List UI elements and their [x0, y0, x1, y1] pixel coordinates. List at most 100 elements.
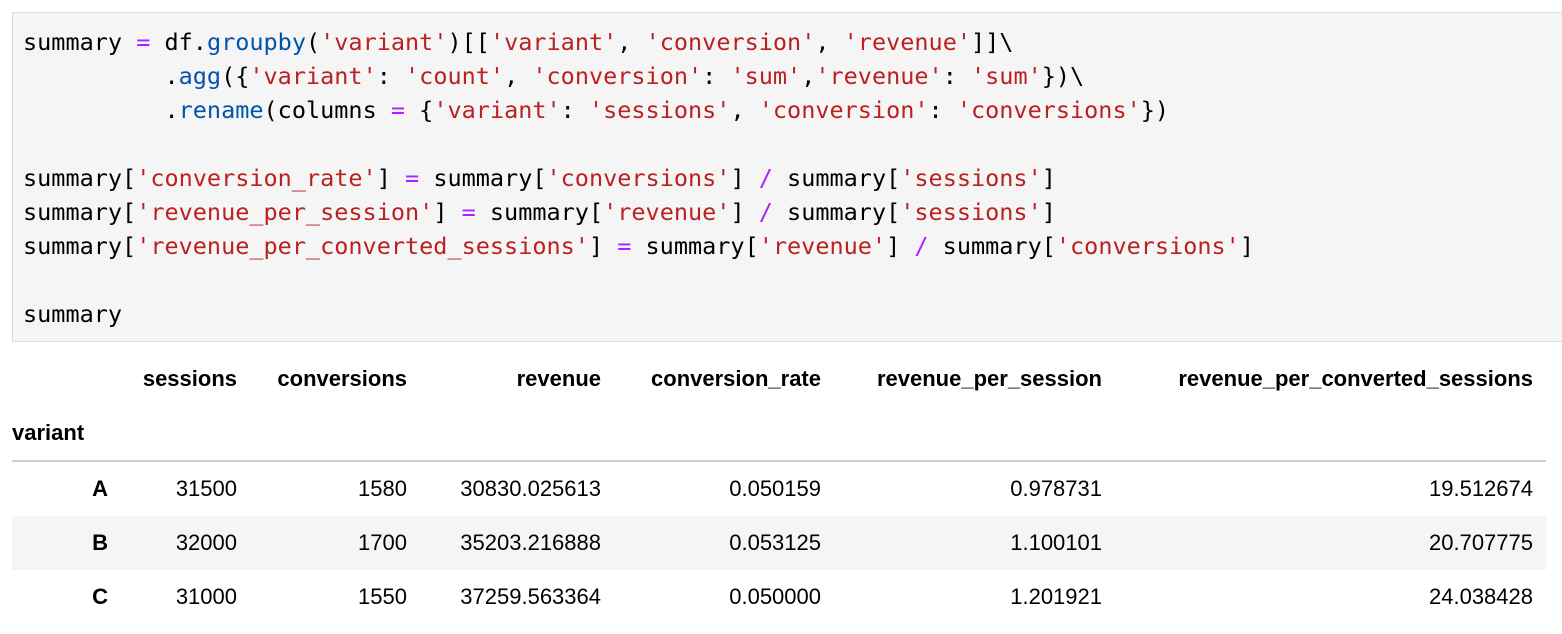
code-token: )[[: [447, 28, 490, 56]
cell-sessions: 31000: [175, 584, 237, 609]
code-token: ,: [617, 28, 646, 56]
cell-revenue-per-converted-sessions: 20.707775: [1429, 530, 1533, 555]
code-token: summary[: [928, 232, 1056, 260]
cell-revenue-per-session: 1.100101: [1010, 530, 1102, 555]
column-header-revenue: revenue: [516, 366, 601, 391]
code-token: /: [914, 232, 929, 260]
code-token: 'sum': [730, 62, 802, 90]
code-token: 'revenue': [603, 198, 731, 226]
code-token: 'count': [405, 62, 505, 90]
cell-revenue-per-session: 0.978731: [1010, 476, 1102, 501]
code-line[interactable]: summary['conversion_rate'] = summary['co…: [23, 161, 1056, 195]
column-header-revenue-per-session: revenue_per_session: [876, 366, 1102, 391]
index-name-row: variant: [12, 406, 1546, 460]
code-token: summary: [23, 28, 137, 56]
code-token: 'conversion': [645, 28, 816, 56]
code-token: 'revenue': [843, 28, 971, 56]
code-token: 'revenue': [815, 62, 943, 90]
column-header-revenue-per-converted-sessions: revenue_per_converted_sessions: [1178, 366, 1533, 391]
code-token: .: [23, 62, 179, 90]
cell-conversion-rate: 0.050159: [729, 476, 821, 501]
code-token: ]]\: [971, 28, 1014, 56]
cell-conversion-rate: 0.050000: [729, 584, 821, 609]
code-token: 'conversion': [758, 96, 929, 124]
cell-revenue-per-converted-sessions: 24.038428: [1429, 584, 1533, 609]
code-token: 'variant': [489, 28, 618, 56]
cell-conversions: 1550: [358, 584, 407, 609]
code-token: rename: [178, 96, 264, 124]
code-token: 'sessions': [900, 198, 1042, 226]
code-token: summary[: [631, 232, 759, 260]
code-token: .: [23, 96, 179, 124]
code-token: summary[: [23, 198, 137, 226]
code-token: ]: [588, 232, 618, 260]
code-token: }): [1140, 96, 1170, 124]
code-token: 'revenue': [758, 232, 887, 260]
cell-revenue-per-converted-sessions: 19.512674: [1429, 476, 1533, 501]
code-token: ,: [801, 62, 816, 90]
row-index: C: [92, 584, 108, 609]
code-token: agg: [178, 62, 222, 90]
code-cell[interactable]: summary = df.groupby('variant')[['varian…: [12, 12, 1562, 342]
code-token: ,: [730, 96, 759, 124]
table-header-row: sessions conversions revenue conversion_…: [12, 352, 1546, 406]
code-token: :: [702, 62, 731, 90]
code-token: 'revenue_per_converted_sessions': [136, 232, 589, 260]
code-token: 'sessions': [588, 96, 731, 124]
cell-conversions: 1580: [358, 476, 407, 501]
code-line[interactable]: summary['revenue_per_converted_sessions'…: [23, 229, 1254, 263]
code-token: /: [758, 198, 773, 226]
code-token: ]: [730, 198, 759, 226]
code-token: groupby: [206, 28, 306, 56]
code-token: ]: [1041, 164, 1056, 192]
code-line[interactable]: summary: [23, 297, 122, 331]
code-token: 'conversions': [956, 96, 1141, 124]
code-token: summary: [23, 300, 123, 328]
code-token: 'revenue_per_session': [136, 198, 434, 226]
code-token: })\: [1041, 62, 1085, 90]
row-index: B: [92, 530, 108, 555]
cell-revenue: 35203.216888: [460, 530, 601, 555]
cell-revenue: 30830.025613: [460, 476, 601, 501]
code-line[interactable]: .rename(columns = {'variant': 'sessions'…: [23, 93, 1169, 127]
cell-conversions: 1700: [358, 530, 407, 555]
column-header-conversions: conversions: [277, 366, 407, 391]
code-token: =: [405, 164, 420, 192]
table-row: A 31500 1580 30830.025613 0.050159 0.978…: [12, 462, 1546, 516]
code-line[interactable]: summary['revenue_per_session'] = summary…: [23, 195, 1056, 229]
code-token: 'conversions': [546, 164, 731, 192]
table-row: C 31000 1550 37259.563364 0.050000 1.201…: [12, 570, 1546, 624]
code-token: ]: [1239, 232, 1254, 260]
code-token: df.: [150, 28, 207, 56]
cell-revenue: 37259.563364: [460, 584, 601, 609]
table-row: B 32000 1700 35203.216888 0.053125 1.100…: [12, 516, 1546, 570]
code-token: summary[: [23, 164, 137, 192]
code-token: 'variant': [249, 62, 377, 90]
code-token: 'sum': [971, 62, 1042, 90]
row-index: A: [92, 476, 108, 501]
code-line[interactable]: .agg({'variant': 'count', 'conversion': …: [23, 59, 1084, 93]
code-token: {: [405, 96, 434, 124]
cell-sessions: 31500: [175, 476, 237, 501]
code-line[interactable]: summary = df.groupby('variant')[['varian…: [23, 25, 1013, 59]
code-token: summary[: [772, 198, 901, 226]
code-token: 'conversions': [1055, 232, 1240, 260]
code-token: 'variant': [320, 28, 448, 56]
code-token: ]: [730, 164, 759, 192]
code-token: ]: [1041, 198, 1056, 226]
column-header-conversion-rate: conversion_rate: [651, 366, 821, 391]
code-token: summary[: [419, 164, 547, 192]
code-token: (columns: [263, 96, 391, 124]
code-token: :: [560, 96, 589, 124]
output-area: sessions conversions revenue conversion_…: [12, 352, 1546, 634]
code-token: =: [136, 28, 151, 56]
code-token: ]: [886, 232, 915, 260]
code-token: ({: [221, 62, 250, 90]
code-token: =: [617, 232, 632, 260]
code-token: 'variant': [433, 96, 561, 124]
code-token: ]: [433, 198, 462, 226]
cell-sessions: 32000: [175, 530, 237, 555]
code-token: 'conversion_rate': [136, 164, 377, 192]
code-token: =: [390, 96, 406, 124]
code-token: summary[: [23, 232, 137, 260]
